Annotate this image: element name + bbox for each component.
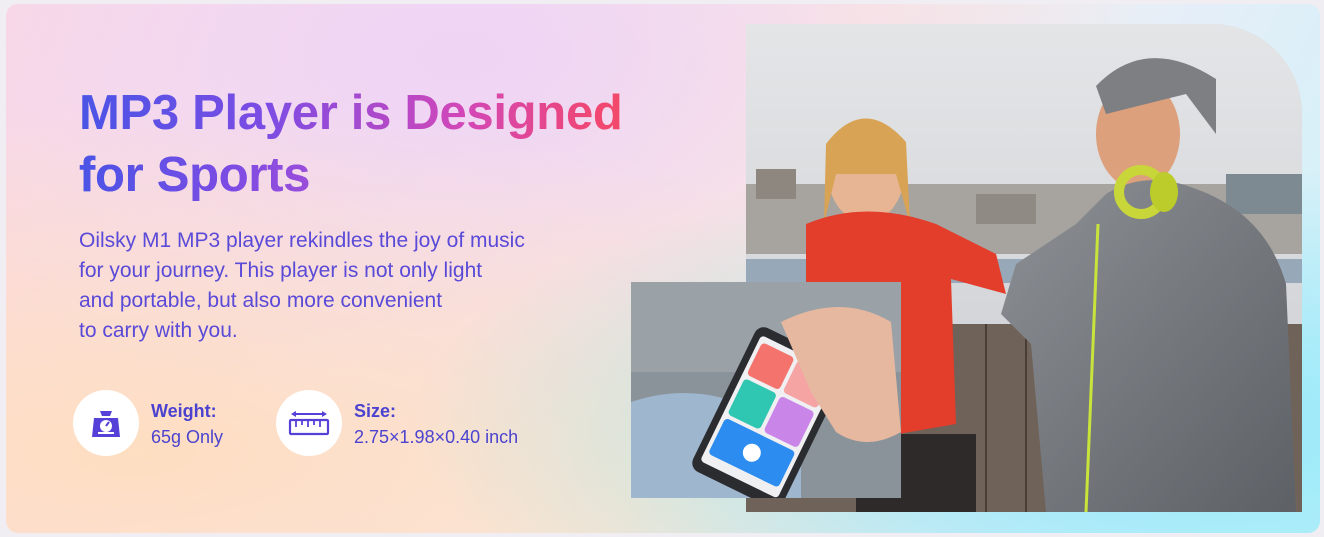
- page-title: MP3 Player is Designed for Sports: [79, 82, 699, 206]
- spec-weight: Weight: 65g Only: [73, 390, 263, 458]
- photo-player-in-pocket: [631, 282, 901, 498]
- size-label: Size:: [354, 401, 397, 421]
- title-line-2: for Sports: [79, 144, 329, 206]
- description-line: and portable, but also more convenient: [79, 289, 443, 312]
- product-banner: MP3 Player is Designed for Sports Oilsky…: [6, 4, 1320, 533]
- size-value: 2.75×1.98×0.40 inch: [354, 427, 519, 447]
- scale-icon: [73, 390, 139, 456]
- description-line: Oilsky M1 MP3 player rekindles the joy o…: [79, 229, 525, 252]
- weight-label: Weight:: [151, 401, 217, 421]
- description: Oilsky M1 MP3 player rekindles the joy o…: [79, 226, 639, 346]
- description-line: for your journey. This player is not onl…: [79, 259, 483, 282]
- ruler-icon: [276, 390, 342, 456]
- title-line-1: MP3 Player is Designed: [79, 86, 623, 140]
- weight-value: 65g Only: [151, 427, 224, 447]
- description-line: to carry with you.: [79, 319, 238, 342]
- spec-size: Size: 2.75×1.98×0.40 inch: [276, 390, 606, 458]
